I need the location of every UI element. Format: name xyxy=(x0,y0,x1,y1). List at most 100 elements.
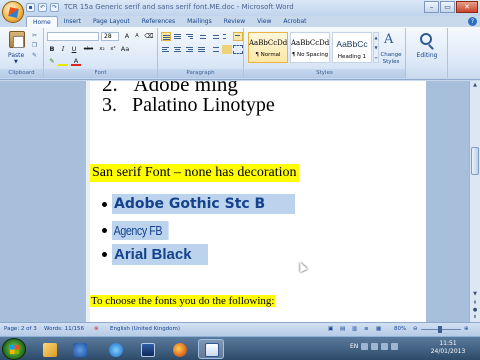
justify-icon[interactable] xyxy=(197,45,207,54)
change-styles-button[interactable]: Change Styles xyxy=(377,52,405,66)
clear-formatting-icon[interactable]: ⌫ xyxy=(144,32,154,41)
font-color-button[interactable]: A xyxy=(71,57,81,66)
sort-icon[interactable] xyxy=(222,32,232,41)
numbering-icon[interactable] xyxy=(173,32,183,41)
zoom-slider-handle[interactable] xyxy=(438,326,442,333)
tab-mailings[interactable]: Mailings xyxy=(181,16,218,27)
italic-button[interactable]: I xyxy=(58,45,68,54)
zoom-out-icon[interactable]: ⊖ xyxy=(413,326,418,332)
align-right-icon[interactable] xyxy=(185,45,195,54)
start-button[interactable] xyxy=(2,338,26,360)
bold-button[interactable]: B xyxy=(47,45,57,54)
previous-page-icon[interactable]: ⇞ xyxy=(471,300,479,307)
next-page-icon[interactable]: ⇟ xyxy=(471,314,479,321)
scroll-thumb[interactable] xyxy=(471,147,479,175)
tab-home[interactable]: Home xyxy=(26,16,58,27)
style-normal[interactable]: AaBbCcDd ¶ Normal xyxy=(248,32,288,63)
find-icon[interactable] xyxy=(420,33,432,45)
window-controls: – ▭ ✕ xyxy=(424,1,478,13)
multilevel-list-icon[interactable] xyxy=(185,32,195,41)
font-size-box[interactable]: 28 xyxy=(101,32,119,41)
subscript-button[interactable]: x₂ xyxy=(97,45,107,54)
style-heading-1-preview: AaBbCc xyxy=(336,39,368,49)
copy-icon[interactable]: ❐ xyxy=(30,42,39,49)
tab-view[interactable]: View xyxy=(251,16,277,27)
shrink-font-icon[interactable]: A xyxy=(132,32,142,41)
highlight-icon[interactable]: ✎ xyxy=(47,57,57,66)
input-language[interactable]: EN xyxy=(350,343,358,350)
cut-icon[interactable]: ✂ xyxy=(30,32,39,39)
vertical-scrollbar[interactable]: ▲ ▼ ⇞ ● ⇟ xyxy=(469,81,480,322)
undo-icon[interactable]: ↶ xyxy=(38,3,47,12)
paste-button[interactable]: Paste xyxy=(8,52,24,59)
taskbar-app[interactable] xyxy=(66,339,92,359)
strikethrough-button[interactable]: abe xyxy=(82,45,95,54)
increase-indent-icon[interactable] xyxy=(210,32,220,41)
proofing-icon[interactable]: ⊗ xyxy=(94,326,99,332)
scroll-down-icon[interactable]: ▼ xyxy=(471,291,479,298)
network-icon[interactable] xyxy=(381,343,389,350)
taskbar-app[interactable] xyxy=(166,339,192,359)
outline-icon[interactable]: ≡ xyxy=(364,326,369,332)
format-painter-icon[interactable]: ✎ xyxy=(30,52,39,59)
font-name-box[interactable] xyxy=(47,32,99,41)
language-status[interactable]: English (United Kingdom) xyxy=(110,326,180,332)
close-button[interactable]: ✕ xyxy=(456,1,478,13)
select-browse-object-icon[interactable]: ● xyxy=(471,307,479,314)
style-heading-1[interactable]: AaBbCc Heading 1 xyxy=(332,32,372,63)
draft-icon[interactable]: ▦ xyxy=(376,326,381,332)
tab-insert[interactable]: Insert xyxy=(58,16,87,27)
word-count[interactable]: Words: 11/156 xyxy=(44,326,84,332)
office-button[interactable] xyxy=(2,1,24,23)
tab-acrobat[interactable]: Acrobat xyxy=(277,16,312,27)
decrease-indent-icon[interactable] xyxy=(199,32,209,41)
help-icon[interactable]: ? xyxy=(468,17,477,26)
show-hide-marks-icon[interactable] xyxy=(233,32,243,41)
grow-font-icon[interactable]: A xyxy=(122,32,132,41)
tray-icon[interactable] xyxy=(371,343,379,350)
align-left-icon[interactable] xyxy=(161,45,171,54)
line-spacing-icon[interactable] xyxy=(210,45,220,54)
maximize-button[interactable]: ▭ xyxy=(440,1,455,13)
tab-references[interactable]: References xyxy=(136,16,181,27)
section-heading: San serif Font – none has decoration xyxy=(90,164,299,182)
quick-access-toolbar: ▪ ↶ ↷ xyxy=(26,3,59,12)
web-layout-icon[interactable]: ▥ xyxy=(352,326,357,332)
editing-button[interactable]: Editing xyxy=(406,52,448,59)
zoom-in-icon[interactable]: ⊕ xyxy=(464,326,469,332)
highlight-color-bar[interactable] xyxy=(58,57,68,66)
redo-icon[interactable]: ↷ xyxy=(50,3,59,12)
paste-icon[interactable] xyxy=(9,31,25,48)
print-layout-icon[interactable]: ▣ xyxy=(328,326,333,332)
list-text: Palatino Linotype xyxy=(132,94,275,116)
style-no-spacing[interactable]: AaBbCcDd ¶ No Spacing xyxy=(290,32,330,63)
superscript-button[interactable]: x² xyxy=(108,45,118,54)
align-center-icon[interactable] xyxy=(173,45,183,54)
scroll-up-icon[interactable]: ▲ xyxy=(471,82,479,89)
minimize-button[interactable]: – xyxy=(424,1,439,13)
clock[interactable]: 11:51 24/01/2013 xyxy=(424,340,472,356)
bullets-icon[interactable] xyxy=(161,32,171,41)
save-icon[interactable]: ▪ xyxy=(26,3,35,12)
tray-icon[interactable] xyxy=(361,343,369,350)
word-icon xyxy=(205,343,219,357)
borders-icon[interactable] xyxy=(233,45,243,54)
full-screen-reading-icon[interactable]: ▤ xyxy=(340,326,345,332)
taskbar-app[interactable] xyxy=(134,339,160,359)
shading-icon[interactable] xyxy=(222,45,232,54)
tab-review[interactable]: Review xyxy=(218,16,251,27)
page-count[interactable]: Page: 2 of 3 xyxy=(4,326,37,332)
bullet-icon xyxy=(102,201,107,207)
taskbar-app-word[interactable] xyxy=(198,339,224,359)
underline-button[interactable]: U xyxy=(69,45,79,54)
zoom-level[interactable]: 80% xyxy=(394,326,406,332)
taskbar-app[interactable] xyxy=(102,339,128,359)
volume-icon[interactable] xyxy=(391,343,399,350)
taskbar-app[interactable] xyxy=(36,339,62,359)
change-case-button[interactable]: Aa xyxy=(120,45,130,54)
chevron-down-icon[interactable]: ▼ xyxy=(14,59,18,65)
paragraph-group: Paragraph xyxy=(158,28,244,78)
document-page[interactable]: 2. Adobe ming 3. Palatino Linotype San s… xyxy=(90,81,426,322)
tab-page-layout[interactable]: Page Layout xyxy=(87,16,136,27)
change-styles-icon[interactable]: A xyxy=(384,33,396,47)
